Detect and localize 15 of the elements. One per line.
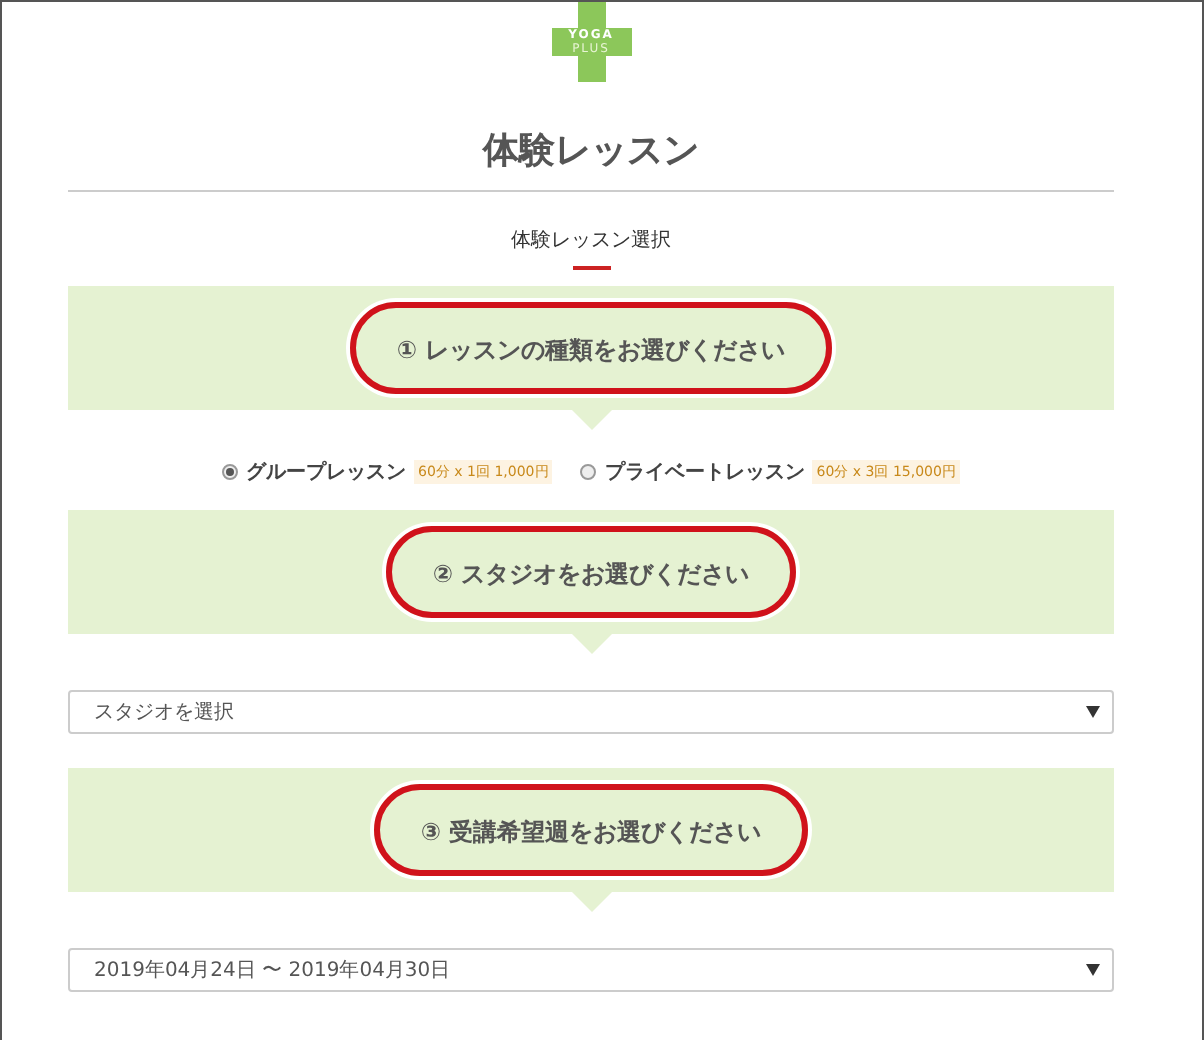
select-field[interactable]: スタジオを選択 [68, 690, 1114, 734]
select-value: スタジオを選択 [94, 700, 234, 726]
radio-label[interactable]: プライベートレッスン [604, 458, 805, 486]
select-field[interactable]: 2019年04月24日 〜 2019年04月30日 [68, 948, 1114, 992]
section-heading: ② スタジオをお選びください [432, 560, 750, 588]
radio-button[interactable] [222, 464, 239, 480]
caret-icon [1086, 964, 1100, 976]
section-heading: ③ 受講希望週をお選びください [420, 818, 762, 846]
radio-button[interactable] [580, 464, 597, 480]
section-heading: ① レッスンの種類をお選びください [396, 336, 786, 364]
page-title: 体験レッスン [483, 128, 699, 174]
select-value: 2019年04月24日 〜 2019年04月30日 [94, 958, 451, 984]
radio-label[interactable]: グループレッスン [246, 458, 407, 486]
step-tab[interactable]: 体験レッスン選択 [499, 224, 683, 270]
caret-icon [1086, 706, 1100, 718]
